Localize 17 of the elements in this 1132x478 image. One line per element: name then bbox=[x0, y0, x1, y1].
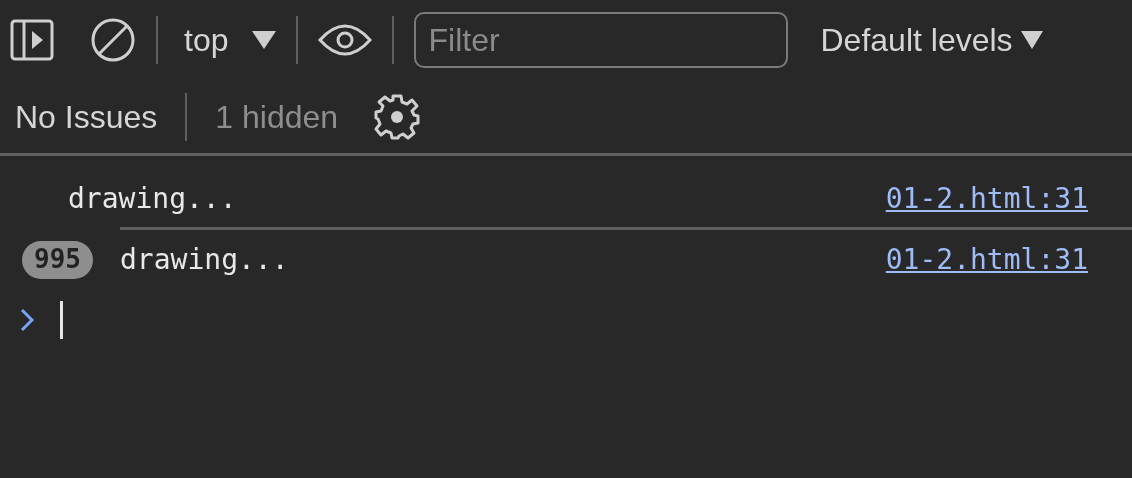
eye-icon[interactable] bbox=[318, 22, 373, 58]
dropdown-caret-icon bbox=[252, 31, 277, 49]
source-link[interactable]: 01-2.html:31 bbox=[885, 178, 1088, 220]
repeat-count-badge: 995 bbox=[22, 240, 93, 279]
log-message: drawing... bbox=[120, 241, 289, 278]
filter-field[interactable]: Filter bbox=[414, 12, 789, 68]
log-message: drawing... bbox=[68, 181, 237, 217]
context-dropdown[interactable]: top bbox=[178, 16, 277, 64]
sidebar-toggle-icon[interactable] bbox=[10, 18, 54, 62]
source-link[interactable]: 01-2.html:31 bbox=[885, 238, 1088, 281]
dropdown-caret-icon bbox=[1020, 31, 1043, 49]
log-levels-dropdown[interactable]: Default levels bbox=[820, 16, 1043, 64]
settings-icon[interactable] bbox=[374, 93, 421, 140]
prompt-chevron-icon bbox=[20, 308, 34, 332]
hidden-count: 1 hidden bbox=[215, 97, 339, 137]
issues-status[interactable]: No Issues bbox=[15, 92, 158, 141]
clear-console-icon[interactable] bbox=[90, 17, 136, 63]
